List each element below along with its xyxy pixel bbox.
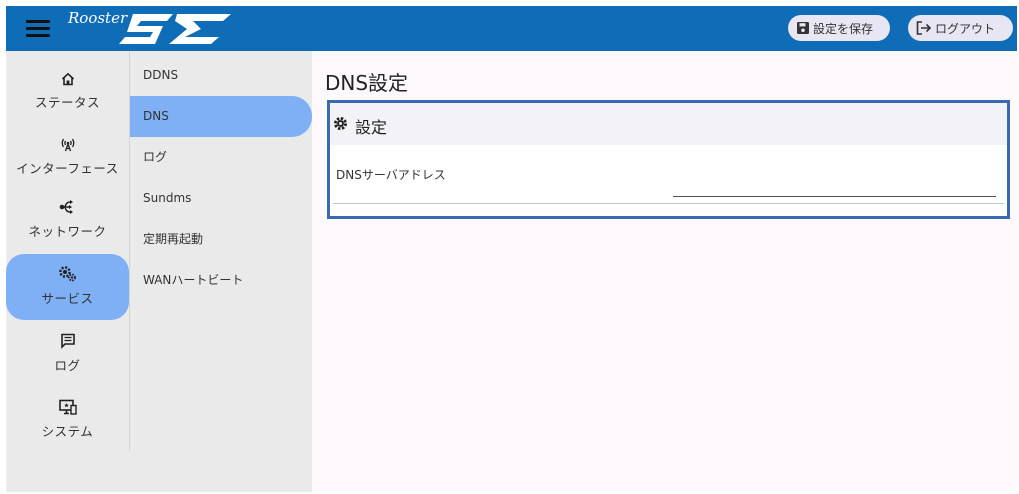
top-app-bar: Rooster 設定を保存 ログアウト bbox=[6, 6, 1017, 51]
message-icon bbox=[60, 333, 75, 349]
brand-se-logo bbox=[119, 14, 231, 44]
subnav-item-log[interactable]: ログ bbox=[130, 137, 312, 178]
network-icon bbox=[59, 200, 73, 214]
logout-button[interactable]: ログアウト bbox=[908, 15, 1013, 41]
subnav-item-ddns[interactable]: DDNS bbox=[130, 55, 312, 96]
antenna-icon bbox=[61, 138, 74, 152]
nav-item-network[interactable]: ネットワーク bbox=[6, 187, 129, 253]
nav-label-system: システム bbox=[41, 424, 94, 439]
subnav-item-dns[interactable]: DNS bbox=[130, 96, 312, 137]
main-nav: ステータス インターフェース ネットワーク サービス ログ システム bbox=[6, 51, 130, 451]
gear-icon bbox=[334, 117, 347, 130]
nav-item-system[interactable]: システム bbox=[6, 387, 129, 453]
settings-card: 設定 DNSサーバアドレス bbox=[327, 100, 1010, 219]
nav-label-status: ステータス bbox=[34, 95, 100, 110]
sidebar: ステータス インターフェース ネットワーク サービス ログ システム DDNS … bbox=[6, 51, 312, 492]
nav-label-network: ネットワーク bbox=[28, 224, 107, 239]
subnav-item-scheduled-reboot[interactable]: 定期再起動 bbox=[130, 219, 312, 260]
sub-nav: DDNS DNS ログ Sundms 定期再起動 WANハートビート bbox=[130, 51, 312, 351]
menu-icon[interactable] bbox=[26, 20, 50, 38]
subnav-item-wan-heartbeat[interactable]: WANハートビート bbox=[130, 260, 312, 301]
gears-icon bbox=[58, 266, 76, 282]
monitor-icon bbox=[58, 399, 77, 415]
logout-icon bbox=[916, 21, 932, 35]
nav-label-interface: インターフェース bbox=[16, 161, 119, 176]
save-settings-label: 設定を保存 bbox=[813, 21, 874, 36]
main-content: DNS設定 設定 DNSサーバアドレス bbox=[312, 51, 1017, 492]
nav-label-services: サービス bbox=[41, 291, 94, 306]
nav-item-status[interactable]: ステータス bbox=[6, 58, 129, 124]
save-settings-button[interactable]: 設定を保存 bbox=[788, 15, 890, 41]
nav-item-services[interactable]: サービス bbox=[6, 254, 129, 320]
home-icon bbox=[61, 72, 74, 86]
card-title: 設定 bbox=[355, 118, 388, 137]
nav-label-log: ログ bbox=[54, 358, 81, 373]
floppy-disk-icon bbox=[797, 22, 809, 34]
card-header: 設定 bbox=[330, 103, 1007, 145]
dns-server-input[interactable] bbox=[673, 179, 996, 197]
dns-server-label: DNSサーバアドレス bbox=[336, 168, 446, 182]
page-title: DNS設定 bbox=[325, 71, 409, 95]
subnav-item-sundms[interactable]: Sundms bbox=[130, 178, 312, 219]
nav-item-interface[interactable]: インターフェース bbox=[6, 124, 129, 190]
logout-label: ログアウト bbox=[935, 21, 996, 36]
nav-item-log[interactable]: ログ bbox=[6, 321, 129, 387]
card-divider bbox=[333, 203, 1004, 204]
